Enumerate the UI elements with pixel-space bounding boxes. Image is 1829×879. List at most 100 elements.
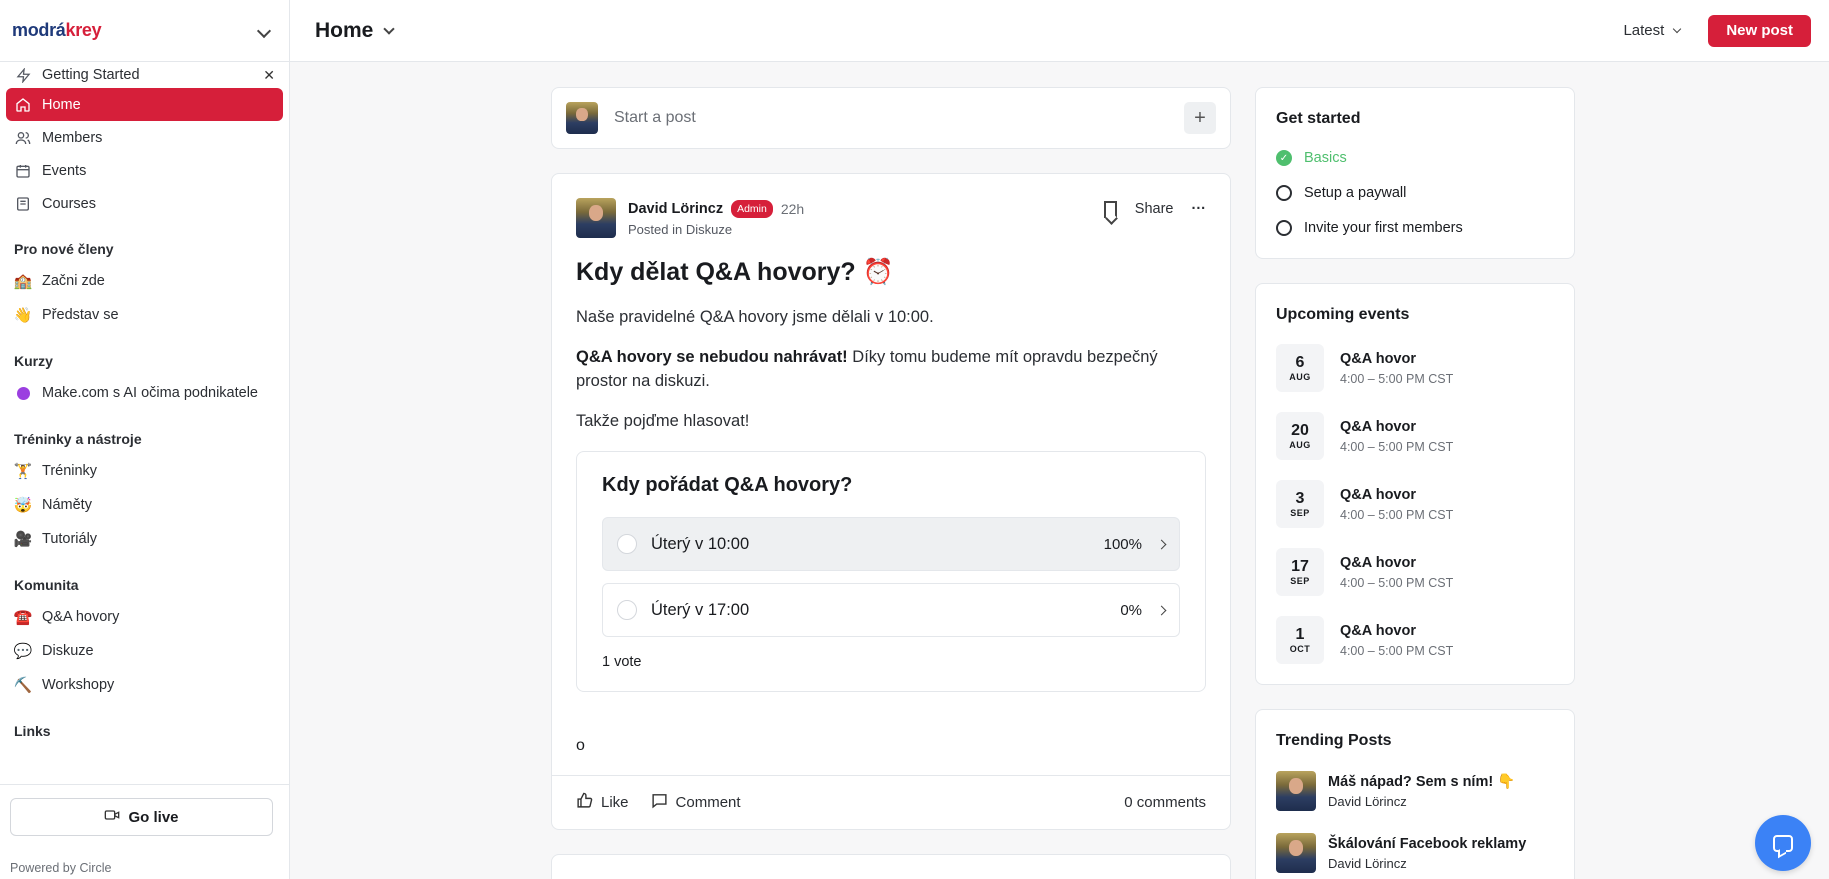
admin-badge: Admin bbox=[731, 200, 773, 218]
post-trailing-text: o bbox=[576, 737, 585, 754]
sidebar-item-workshopy[interactable]: ⛏️ Workshopy bbox=[6, 668, 283, 702]
sidebar-item-make-course[interactable]: Make.com s AI očima podnikatele bbox=[6, 376, 283, 410]
posted-in[interactable]: Posted in Diskuze bbox=[628, 222, 804, 237]
poll-option[interactable]: Úterý v 10:00 100% bbox=[602, 517, 1180, 571]
post-title[interactable]: Kdy dělat Q&A hovory? ⏰ bbox=[576, 258, 894, 287]
plus-icon[interactable]: + bbox=[1184, 102, 1216, 134]
go-live-button[interactable]: Go live bbox=[10, 798, 273, 836]
sidebar-item-qa-hovory[interactable]: ☎️ Q&A hovory bbox=[6, 600, 283, 634]
author-avatar[interactable] bbox=[576, 198, 616, 238]
page-title[interactable]: Home bbox=[315, 19, 396, 43]
post-bold-text: Q&A hovory se nebudou nahrávat! bbox=[576, 348, 848, 366]
calendar-icon bbox=[14, 162, 32, 180]
sidebar-nav: Getting Started ✕ Home Members Events Co… bbox=[0, 62, 289, 784]
sidebar-item-label: Diskuze bbox=[42, 643, 94, 659]
radio-button[interactable] bbox=[617, 600, 637, 620]
more-options-icon[interactable]: ··· bbox=[1192, 201, 1207, 217]
sidebar-item-predstav-se[interactable]: 👋 Představ se bbox=[6, 298, 283, 332]
event-date: 20 AUG bbox=[1276, 412, 1324, 460]
chevron-down-icon bbox=[383, 22, 396, 35]
avatar bbox=[1276, 833, 1316, 873]
like-button[interactable]: Like bbox=[576, 792, 629, 813]
trending-post-item[interactable]: Máš nápad? Sem s ním! 👇 David Lörincz bbox=[1276, 771, 1515, 811]
poll-option[interactable]: Úterý v 17:00 0% bbox=[602, 583, 1180, 637]
bookmark-icon[interactable] bbox=[1103, 200, 1117, 218]
event-item[interactable]: 20 AUG Q&A hovor 4:00 – 5:00 PM CST bbox=[1276, 412, 1453, 460]
lightning-icon bbox=[14, 66, 32, 84]
sidebar-item-label: Začni zde bbox=[42, 273, 105, 289]
chat-icon bbox=[1773, 834, 1793, 852]
share-button[interactable]: Share bbox=[1135, 201, 1174, 217]
event-item[interactable]: 17 SEP Q&A hovor 4:00 – 5:00 PM CST bbox=[1276, 548, 1453, 596]
sidebar-item-tutorialy[interactable]: 🎥 Tutoriály bbox=[6, 522, 283, 556]
event-date: 1 OCT bbox=[1276, 616, 1324, 664]
poll-question: Kdy pořádat Q&A hovory? bbox=[602, 474, 853, 496]
section-title[interactable]: Pro nové členy bbox=[6, 234, 283, 264]
section-title[interactable]: Kurzy bbox=[6, 346, 283, 376]
trending-post-author: David Lörincz bbox=[1328, 794, 1407, 809]
chevron-down-icon[interactable] bbox=[256, 23, 272, 38]
event-item[interactable]: 6 AUG Q&A hovor 4:00 – 5:00 PM CST bbox=[1276, 344, 1453, 392]
get-started-card: Get started ✓ Basics Setup a paywall Inv… bbox=[1255, 87, 1575, 259]
post-paragraph: Naše pravidelné Q&A hovory jsme dělali v… bbox=[576, 308, 934, 326]
trending-post-title: Škálování Facebook reklamy bbox=[1328, 835, 1527, 852]
checklist-item-basics[interactable]: ✓ Basics bbox=[1276, 150, 1347, 166]
poll-option-percent: 100% bbox=[1103, 535, 1142, 553]
sidebar-item-members[interactable]: Members bbox=[6, 121, 283, 154]
members-icon bbox=[14, 129, 32, 147]
powered-by[interactable]: Powered by Circle bbox=[10, 861, 111, 875]
new-post-button[interactable]: New post bbox=[1708, 14, 1811, 47]
sidebar-item-label: Getting Started bbox=[42, 67, 140, 83]
sidebar-item-events[interactable]: Events bbox=[6, 154, 283, 187]
chevron-right-icon bbox=[1156, 539, 1167, 549]
top-bar: Home Latest New post bbox=[290, 0, 1829, 62]
event-time: 4:00 – 5:00 PM CST bbox=[1340, 643, 1454, 658]
event-time: 4:00 – 5:00 PM CST bbox=[1340, 439, 1454, 454]
sidebar-item-getting-started[interactable]: Getting Started ✕ bbox=[6, 62, 283, 88]
sort-dropdown[interactable]: Latest bbox=[1623, 22, 1682, 39]
chat-launcher-button[interactable] bbox=[1755, 815, 1811, 871]
comment-count[interactable]: 0 comments bbox=[1124, 794, 1206, 811]
like-label: Like bbox=[601, 794, 629, 811]
sidebar-item-namety[interactable]: 🤯 Náměty bbox=[6, 488, 283, 522]
section-title[interactable]: Links bbox=[6, 716, 283, 746]
comment-icon bbox=[651, 792, 668, 813]
start-post-composer[interactable]: Start a post + bbox=[551, 87, 1231, 149]
thumbs-up-icon bbox=[576, 792, 593, 813]
post-time[interactable]: 22h bbox=[781, 201, 804, 217]
checklist-item-invite[interactable]: Invite your first members bbox=[1276, 220, 1463, 236]
sidebar-item-treninky[interactable]: 🏋️ Tréninky bbox=[6, 454, 283, 488]
radio-button[interactable] bbox=[617, 534, 637, 554]
close-icon[interactable]: ✕ bbox=[263, 67, 275, 84]
post-paragraph: Q&A hovory se nebudou nahrávat! Díky tom… bbox=[576, 345, 1206, 393]
community-logo[interactable]: modrákrey bbox=[12, 20, 102, 41]
event-item[interactable]: 1 OCT Q&A hovor 4:00 – 5:00 PM CST bbox=[1276, 616, 1453, 664]
sidebar-footer: Go live Powered by Circle bbox=[0, 784, 289, 879]
sidebar-item-zacni-zde[interactable]: 🏫 Začni zde bbox=[6, 264, 283, 298]
sidebar-item-courses[interactable]: Courses bbox=[6, 187, 283, 220]
sidebar-item-diskuze[interactable]: 💬 Diskuze bbox=[6, 634, 283, 668]
sidebar-item-label: Courses bbox=[42, 195, 96, 212]
event-item[interactable]: 3 SEP Q&A hovor 4:00 – 5:00 PM CST bbox=[1276, 480, 1453, 528]
event-date: 6 AUG bbox=[1276, 344, 1324, 392]
weightlifter-icon: 🏋️ bbox=[13, 463, 33, 480]
wave-icon: 👋 bbox=[13, 307, 33, 324]
trending-post-item[interactable]: Škálování Facebook reklamy David Lörincz bbox=[1276, 833, 1526, 873]
author-name[interactable]: David Lörincz bbox=[628, 201, 723, 217]
start-post-placeholder[interactable]: Start a post bbox=[614, 109, 696, 127]
sidebar-item-home[interactable]: Home bbox=[6, 88, 283, 121]
comment-button[interactable]: Comment bbox=[651, 792, 741, 813]
community-switcher[interactable]: modrákrey bbox=[0, 0, 289, 62]
section-title[interactable]: Komunita bbox=[6, 570, 283, 600]
sidebar-item-label: Tréninky bbox=[42, 463, 98, 479]
poll: Kdy pořádat Q&A hovory? Úterý v 10:00 10… bbox=[576, 451, 1206, 692]
home-icon bbox=[14, 96, 32, 114]
mind-blown-icon: 🤯 bbox=[13, 497, 33, 514]
checklist-item-paywall[interactable]: Setup a paywall bbox=[1276, 185, 1406, 201]
trending-posts-title: Trending Posts bbox=[1276, 732, 1392, 749]
sidebar-item-label: Workshopy bbox=[42, 677, 115, 693]
post-header: David Lörincz Admin 22h Posted in Diskuz… bbox=[576, 198, 1206, 238]
courses-icon bbox=[14, 195, 32, 213]
next-post-card bbox=[551, 854, 1231, 879]
section-title[interactable]: Tréninky a nástroje bbox=[6, 424, 283, 454]
